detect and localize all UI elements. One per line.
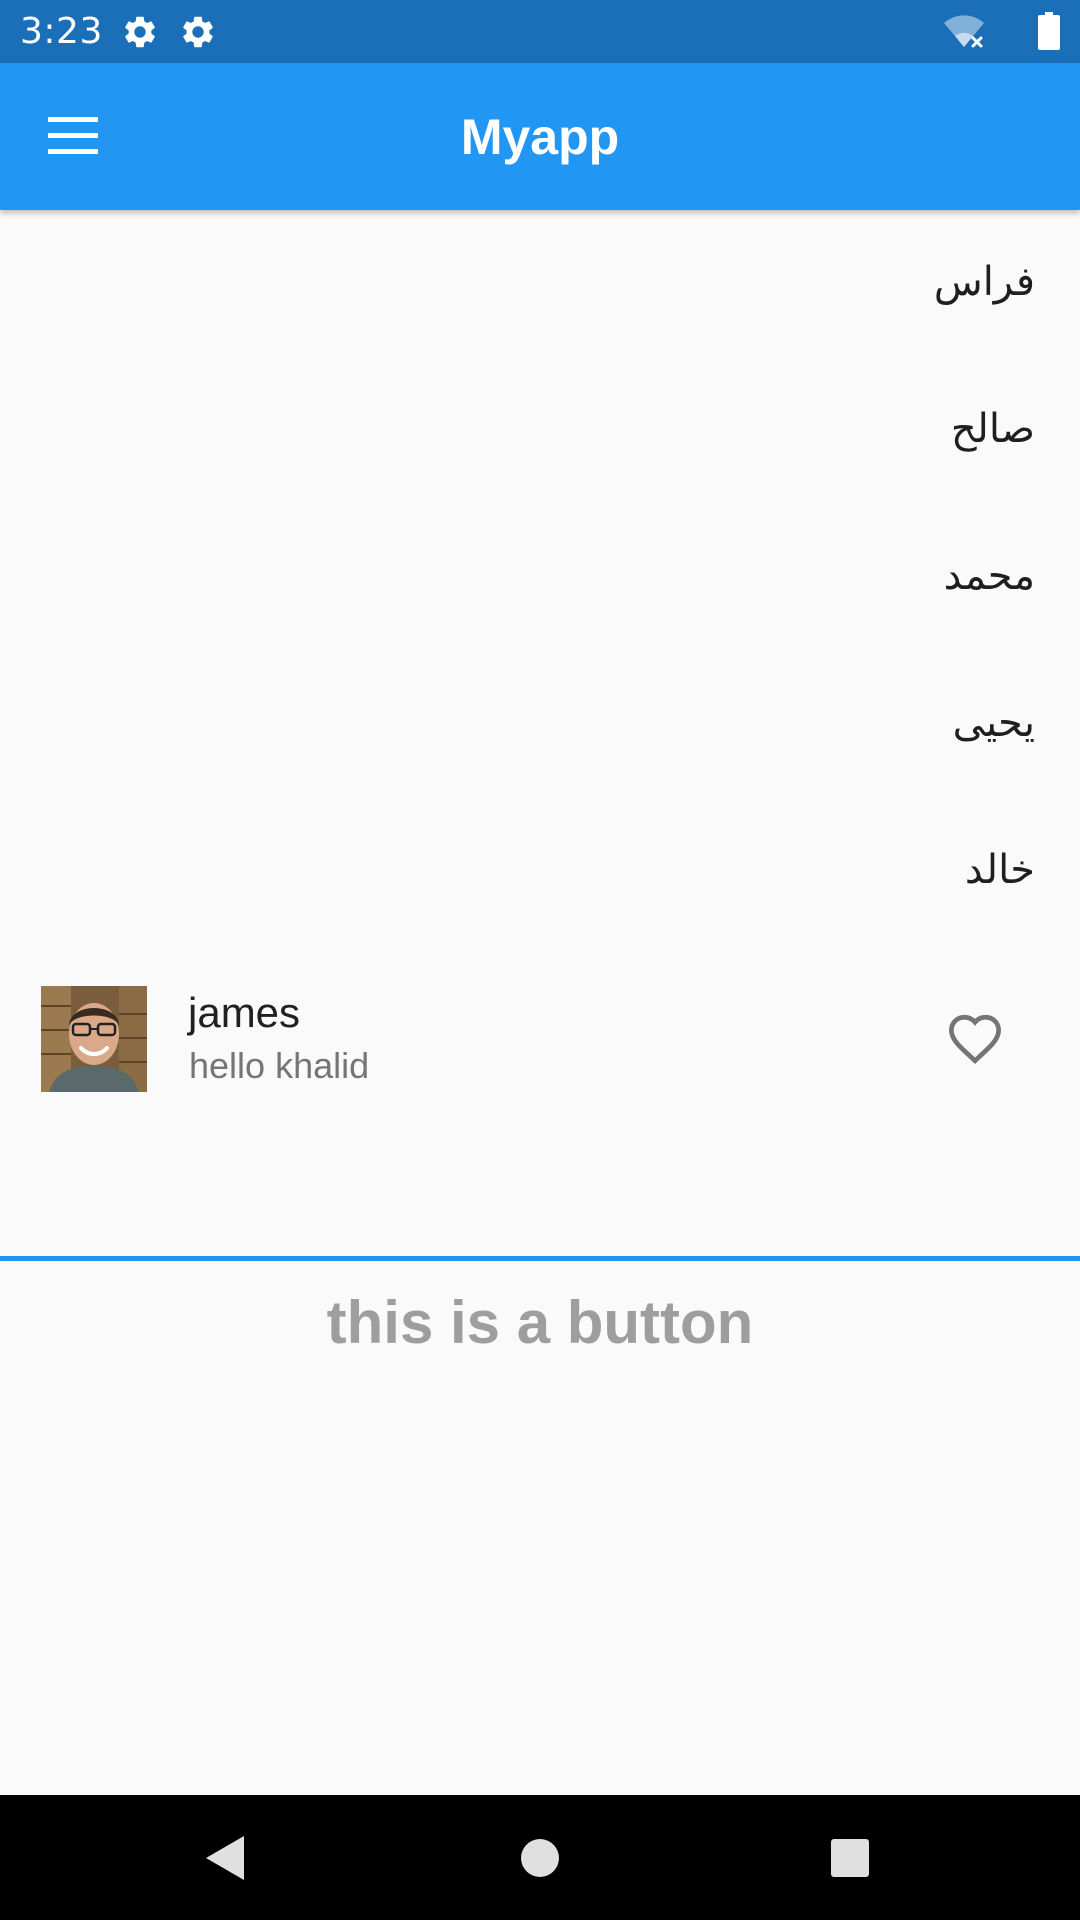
heart-outline-icon[interactable] xyxy=(946,1013,1004,1065)
page-title: Myapp xyxy=(460,109,620,165)
gear-icon xyxy=(125,16,155,48)
wifi-off-icon xyxy=(944,15,984,48)
home-icon[interactable] xyxy=(512,1830,568,1886)
battery-icon xyxy=(1038,12,1060,50)
list-tile[interactable]: james hello khalid xyxy=(0,968,1080,1108)
gear-icon xyxy=(183,16,213,48)
avatar xyxy=(41,986,147,1092)
card-subtitle: hello khalid xyxy=(189,1045,370,1086)
app-bar: Myapp xyxy=(0,63,1080,210)
status-time: 3:23 xyxy=(20,11,103,52)
navigation-bar xyxy=(0,1795,1080,1920)
list-item[interactable]: يحيى xyxy=(535,693,1035,840)
back-icon[interactable] xyxy=(198,1830,254,1886)
menu-icon[interactable] xyxy=(48,117,98,155)
list-item[interactable]: فراس xyxy=(535,252,1035,399)
status-bar: 3:23 xyxy=(0,0,1080,63)
list-item[interactable]: صالح xyxy=(535,399,1035,546)
divider xyxy=(0,1256,1080,1261)
card-title: james xyxy=(188,989,301,1036)
list-item[interactable]: خالد xyxy=(535,840,1035,987)
recents-icon[interactable] xyxy=(822,1830,878,1886)
text-button[interactable]: this is a button xyxy=(240,1268,840,1378)
list-item[interactable]: محمد xyxy=(535,546,1035,693)
